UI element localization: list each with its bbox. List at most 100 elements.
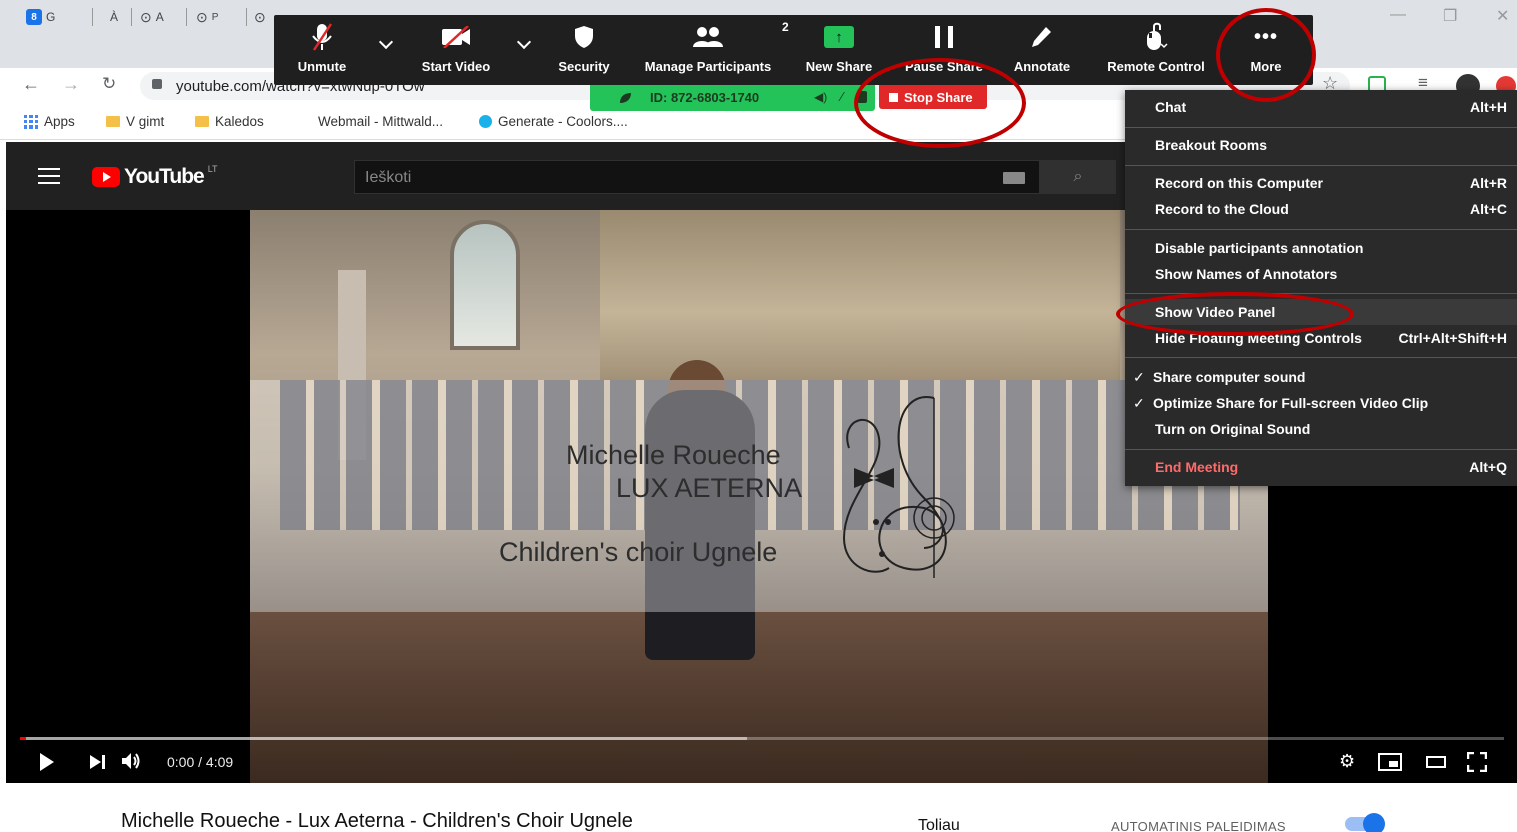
zoom-share-toolbar: Unmute Start Video Security 2 Manage Par… [274,15,1313,85]
time-display: 0:00 / 4:09 [167,754,234,770]
coolors-icon [479,115,492,128]
calendar-icon: 8 [26,9,42,25]
menu-item-record-computer[interactable]: Record on this Computer Alt+R [1125,170,1517,196]
tab-label: G [46,10,56,24]
folder-icon [195,116,209,127]
unmute-button[interactable]: Unmute [284,15,360,85]
menu-item-show-annotator-names[interactable]: Show Names of Annotators [1125,261,1517,287]
pause-icon [935,26,953,48]
apps-grid-icon [24,114,38,129]
video-title: Michelle Roueche - Lux Aeterna - Childre… [121,810,633,832]
folder-icon [106,116,120,127]
menu-item-record-cloud[interactable]: Record to the Cloud Alt+C [1125,196,1517,222]
menu-item-breakout-rooms[interactable]: Breakout Rooms [1125,132,1517,158]
meeting-id-strip[interactable]: ID: 872-6803-1740 ◀) ⁄ [590,85,875,111]
menu-item-optimize-video-clip[interactable]: ✓ Optimize Share for Full-screen Video Cl… [1125,390,1517,416]
mouse-icon [1147,22,1168,50]
restore-icon[interactable]: ❐ [1443,6,1457,26]
checkmark-icon: ✓ [1133,368,1145,385]
video-off-icon [442,26,470,48]
autoplay-label: AUTOMATINIS PALEIDIMAS [1111,819,1286,832]
browser-tab[interactable]: À [110,6,118,28]
minimize-icon[interactable]: — [1390,6,1406,24]
annotation-circle-video-panel [1116,292,1354,336]
tab-divider [246,8,247,26]
menu-item-share-computer-sound[interactable]: ✓ Share computer sound [1125,364,1517,390]
menu-divider [1125,229,1517,230]
tab-divider [186,8,187,26]
speaker-icon: ◀) [814,90,828,104]
new-share-button[interactable]: ↑ New Share [804,15,874,85]
globe-icon: ⊙ [196,8,208,25]
menu-item-original-sound[interactable]: Turn on Original Sound [1125,416,1517,442]
overlay-artist: Michelle Roueche [566,440,781,470]
menu-divider [1125,165,1517,166]
muted-mic-icon [312,23,333,51]
close-icon[interactable]: ✕ [1496,6,1509,26]
menu-divider [1125,357,1517,358]
meeting-id: ID: 872-6803-1740 [650,90,760,105]
miniplayer-icon[interactable] [1378,753,1402,771]
browser-tab[interactable]: ⊙ P [196,6,218,28]
play-icon[interactable] [40,753,54,771]
tab-label: À [110,10,119,24]
church-window [450,220,520,350]
menu-item-disable-annotation[interactable]: Disable participants annotation [1125,235,1517,261]
share-arrow-icon: ↑ [824,26,854,48]
menu-item-chat[interactable]: Chat Alt+H [1125,94,1517,120]
autoplay-toggle-knob[interactable] [1363,813,1385,832]
screen: 8 G À ⊙ A ⊙ P ⊙ — ❐ ✕ ← → ↻ youtube.com/… [0,0,1517,832]
theater-mode-icon[interactable] [1426,756,1446,768]
start-video-button[interactable]: Start Video [412,15,500,85]
up-next-label: Toliau [918,817,960,832]
settings-gear-icon[interactable]: ⚙ [1339,751,1355,772]
youtube-logo[interactable]: YouTube LT [92,164,218,189]
globe-icon: ⊙ [254,8,266,25]
volume-icon[interactable] [122,752,142,770]
bookmark-folder[interactable]: Kaledos [195,114,264,129]
browser-tab[interactable]: ⊙ A [140,6,164,28]
pencil-icon [1032,27,1051,47]
tab-divider [92,8,93,26]
browser-tab[interactable]: ⊙ [254,6,266,28]
overlay-work: LUX AETERNA [616,473,803,503]
fullscreen-icon[interactable] [1467,752,1487,772]
youtube-play-icon [92,167,120,187]
annotate-button[interactable]: Annotate [1010,15,1074,85]
menu-icon[interactable] [38,168,60,184]
bookmark-link[interactable]: Generate - Coolors.... [479,114,628,129]
shield-icon [575,26,593,48]
search-icon: ⌕ [1073,168,1083,185]
security-button[interactable]: Security [552,15,616,85]
next-icon[interactable] [90,755,106,769]
treble-clef-icon [842,396,955,578]
reload-icon[interactable]: ↻ [102,74,116,94]
back-icon[interactable]: ← [22,74,40,95]
mural-image [600,210,1120,380]
checkmark-icon: ✓ [1133,394,1145,411]
audio-options-chevron-down-icon[interactable] [378,34,394,50]
mic-off-small-icon: ⁄ [841,89,844,104]
more-menu: Chat Alt+H Breakout Rooms Record on this … [1125,90,1517,486]
manage-participants-button[interactable]: 2 Manage Participants [640,15,789,85]
lock-icon [152,79,162,89]
annotation-circle-stop-share [854,58,1026,148]
annotation-circle-more [1216,8,1316,102]
bookmark-apps[interactable]: Apps [24,114,75,129]
video-options-chevron-down-icon[interactable] [516,34,532,50]
participant-count: 2 [782,20,789,34]
browser-tab[interactable]: 8 G [26,6,55,28]
search-placeholder: Ieškoti [365,169,412,186]
search-button[interactable]: ⌕ [1040,160,1116,194]
globe-icon: ⊙ [140,8,152,25]
participants-icon [693,27,723,47]
keyboard-icon[interactable] [1003,172,1025,184]
remote-control-button[interactable]: Remote Control [1104,15,1208,85]
bookmark-link[interactable]: Webmail - Mittwald... [318,114,443,129]
menu-item-end-meeting[interactable]: End Meeting Alt+Q [1125,454,1517,480]
search-input[interactable]: Ieškoti [354,160,1040,194]
progress-played [20,737,26,740]
forward-icon[interactable]: → [62,74,80,95]
bookmark-folder[interactable]: V gimt [106,114,164,129]
video-info: Michelle Roueche - Lux Aeterna - Childre… [0,783,1517,832]
